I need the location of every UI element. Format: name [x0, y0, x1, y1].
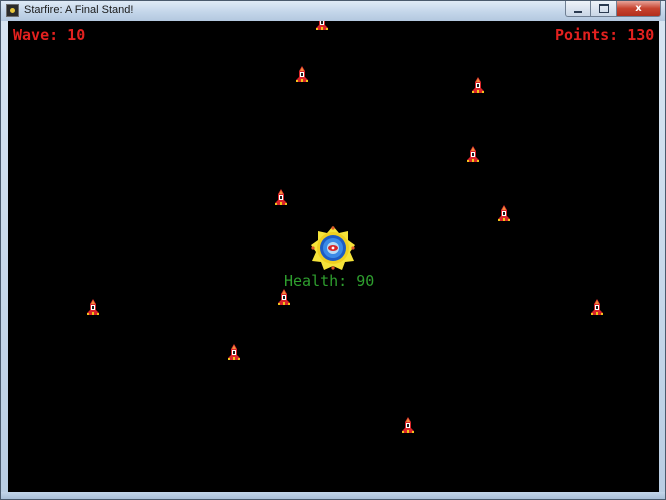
title-bar[interactable]: Starfire: A Final Stand! x: [1, 1, 665, 21]
player-ship-icon: [311, 226, 355, 270]
window-controls: x: [565, 1, 661, 18]
close-button[interactable]: x: [617, 1, 661, 17]
wave-counter: Wave: 10: [13, 26, 86, 44]
points-counter: Points: 130: [555, 26, 655, 44]
enemy-ship-icon: [401, 417, 415, 433]
enemy-ship-icon: [227, 344, 241, 360]
close-icon: x: [635, 2, 642, 14]
enemy-ship-icon: [466, 146, 480, 162]
enemy-ship-icon: [315, 21, 329, 30]
game-window: Starfire: A Final Stand! x Wave: 10 Poin…: [0, 0, 666, 500]
enemy-ship-icon: [590, 299, 604, 315]
enemy-ship-icon: [274, 189, 288, 205]
app-icon: [6, 4, 19, 17]
enemy-ship-icon: [497, 205, 511, 221]
enemy-ship-icon: [277, 289, 291, 305]
minimize-button[interactable]: [565, 1, 591, 17]
minimize-icon: [574, 10, 582, 13]
maximize-icon: [598, 4, 609, 13]
maximize-button[interactable]: [591, 1, 617, 17]
window-bottom-border: [1, 492, 665, 499]
window-title: Starfire: A Final Stand!: [24, 4, 134, 16]
player-health: Health: 90: [284, 272, 375, 290]
enemy-ship-icon: [471, 77, 485, 93]
game-canvas[interactable]: Wave: 10 Points: 130 Health: 90: [8, 21, 659, 493]
enemy-ship-icon: [295, 66, 309, 82]
enemy-ship-icon: [86, 299, 100, 315]
